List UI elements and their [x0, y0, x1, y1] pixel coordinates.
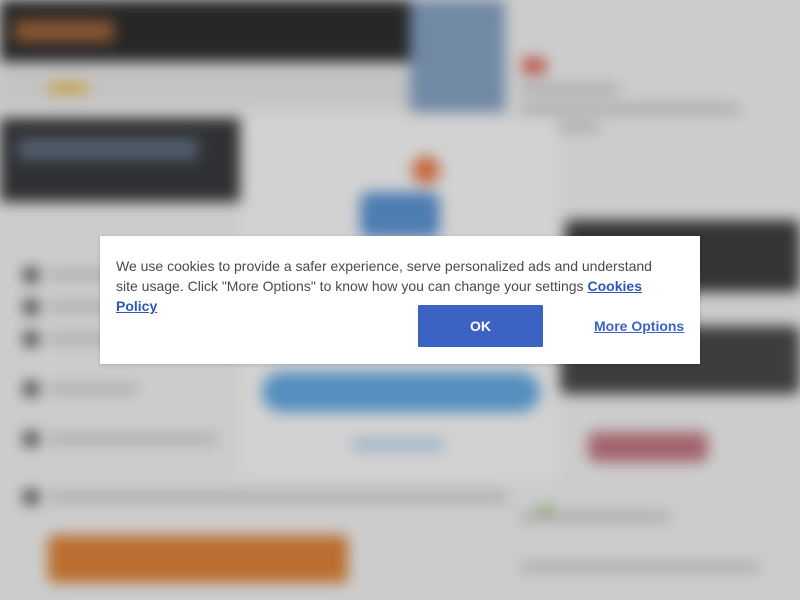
more-options-link[interactable]: More Options	[594, 318, 684, 334]
cookie-message: We use cookies to provide a safer experi…	[116, 256, 656, 316]
cookie-message-text: We use cookies to provide a safer experi…	[116, 258, 652, 294]
ok-button[interactable]: OK	[418, 305, 543, 347]
cookie-consent-banner: We use cookies to provide a safer experi…	[100, 236, 700, 364]
